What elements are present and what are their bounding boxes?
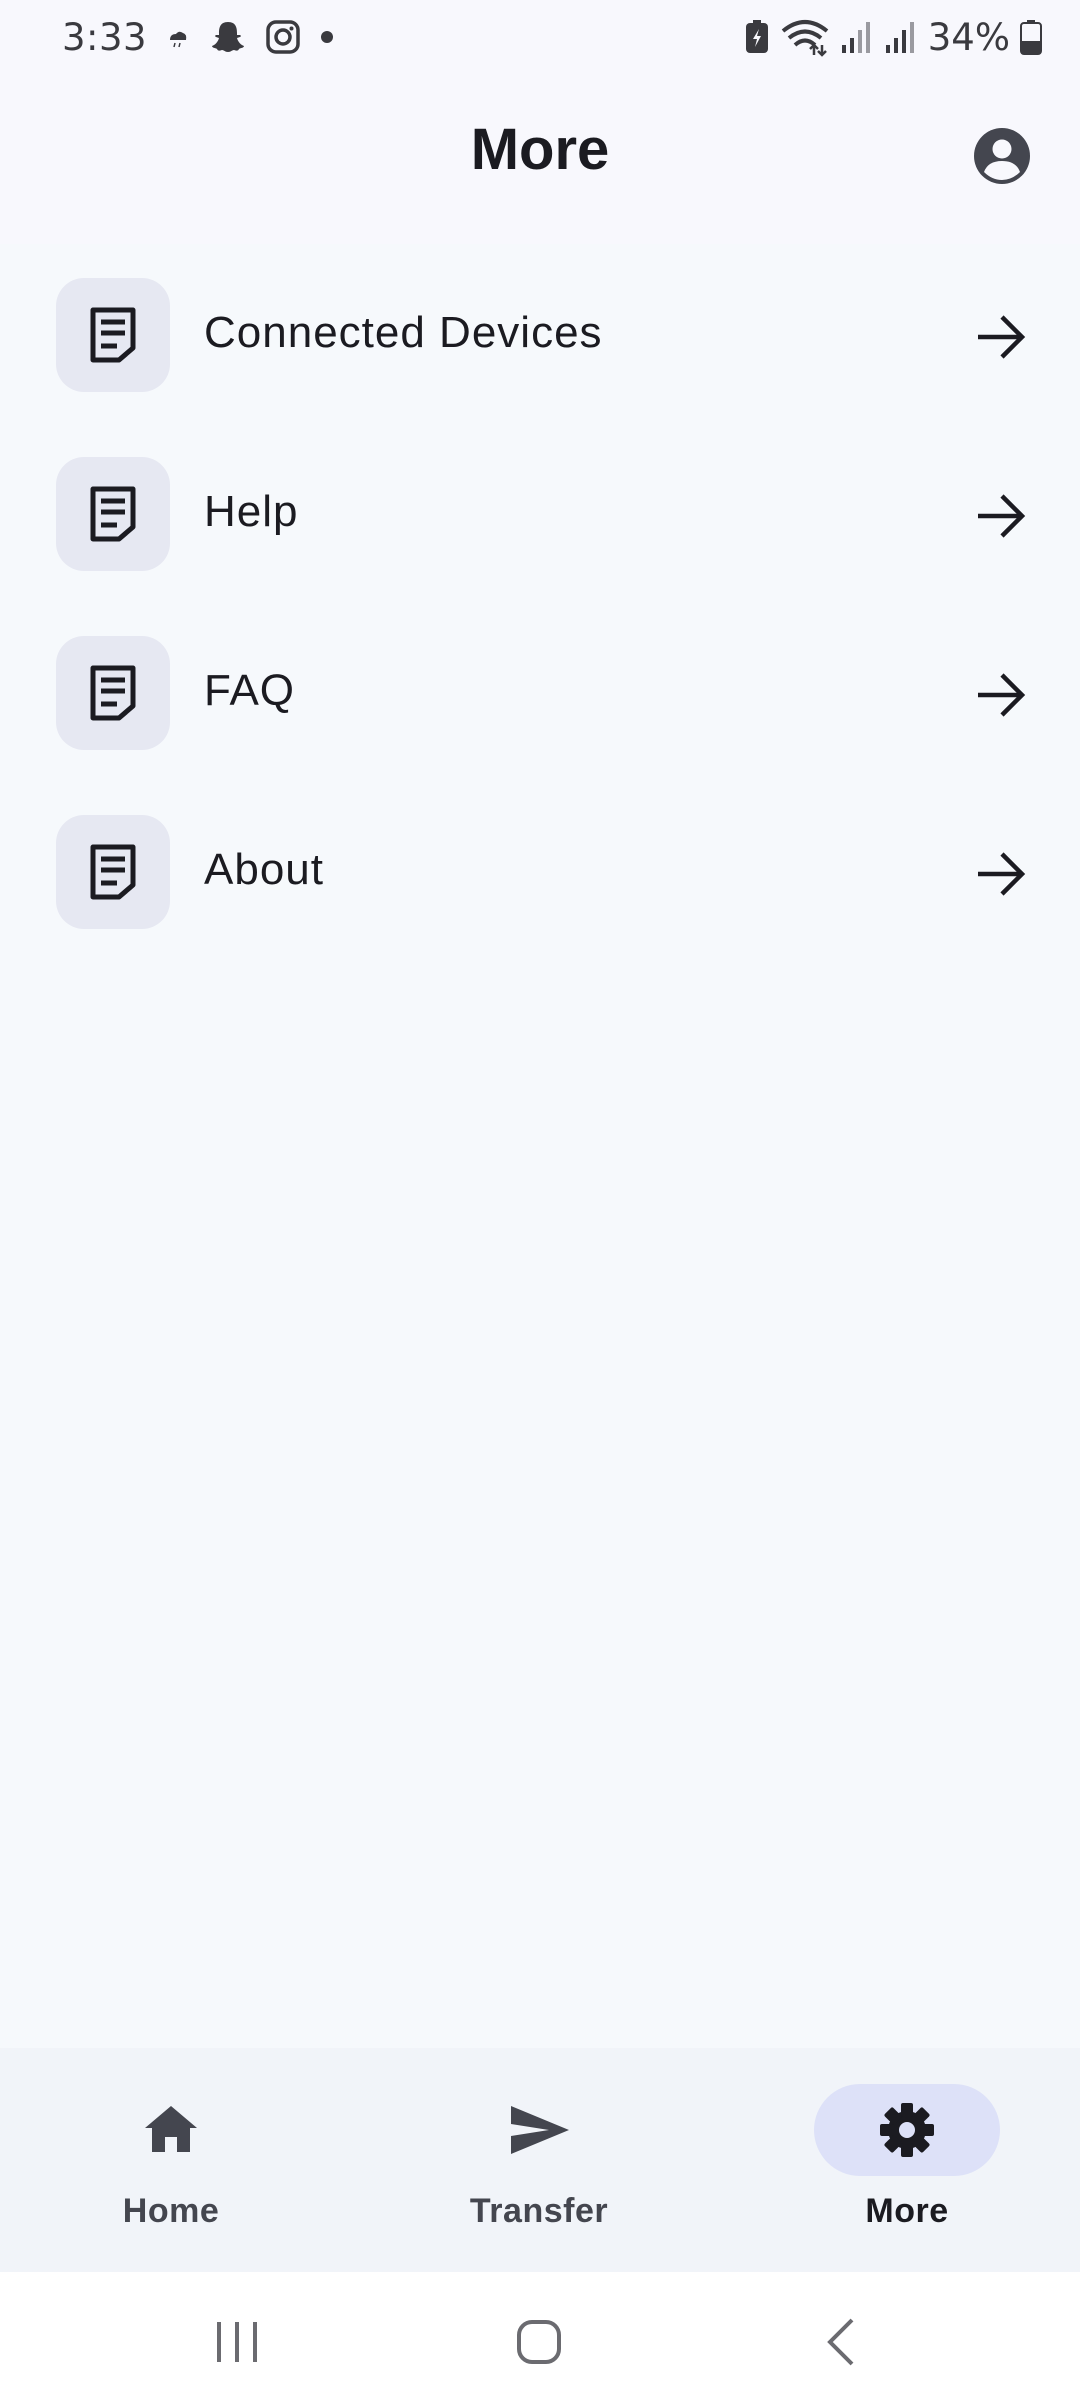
dot-icon [321, 31, 334, 43]
nav-label: Home [122, 2192, 220, 2230]
recent-apps-icon[interactable] [207, 2312, 267, 2372]
document-icon [90, 486, 136, 542]
nav-label: More [865, 2192, 949, 2230]
arrow-right-icon[interactable] [974, 847, 1028, 901]
account-circle-icon [974, 128, 1030, 184]
menu-list: Connected Devices Help FAQ About [0, 244, 1080, 960]
snapchat-icon [212, 22, 245, 52]
arrow-right-icon[interactable] [974, 668, 1028, 722]
signal-icon [885, 22, 914, 53]
battery-icon [1020, 20, 1042, 55]
menu-item-help[interactable]: Help [0, 423, 1080, 602]
system-navigation-bar [0, 2272, 1080, 2408]
home-circle-icon[interactable] [509, 2312, 569, 2372]
bottom-navigation: Home Transfer More [0, 2048, 1080, 2272]
arrow-right-icon[interactable] [974, 310, 1028, 364]
signal-icon [841, 22, 870, 53]
status-bar: 3:33 34% [0, 0, 1080, 74]
menu-item-label: Help [204, 486, 299, 536]
page-title: More [470, 117, 610, 182]
weather-icon [170, 31, 187, 48]
menu-item-about[interactable]: About [0, 781, 1080, 960]
nav-label: Transfer [469, 2192, 609, 2230]
battery-percent: 34% [927, 15, 1010, 59]
battery-saver-icon [745, 20, 768, 53]
document-icon [90, 307, 136, 363]
menu-item-label: FAQ [204, 665, 296, 715]
profile-button[interactable] [972, 126, 1032, 186]
instagram-icon [266, 20, 300, 54]
document-icon [90, 665, 136, 721]
home-icon [145, 2106, 197, 2152]
wifi-icon [781, 20, 829, 57]
menu-item-label: About [204, 844, 324, 894]
send-icon [511, 2106, 569, 2154]
menu-item-label: Connected Devices [204, 307, 603, 357]
status-left: 3:33 [62, 14, 335, 60]
nav-more[interactable]: More [797, 2084, 1017, 2234]
nav-home[interactable]: Home [61, 2084, 281, 2234]
arrow-right-icon[interactable] [974, 489, 1028, 543]
menu-icon-tile [56, 278, 170, 392]
nav-transfer[interactable]: Transfer [429, 2084, 649, 2234]
document-icon [90, 844, 136, 900]
menu-icon-tile [56, 815, 170, 929]
status-time: 3:33 [62, 15, 148, 59]
status-right: 34% [744, 14, 1042, 60]
menu-icon-tile [56, 457, 170, 571]
menu-item-faq[interactable]: FAQ [0, 602, 1080, 781]
menu-item-connected-devices[interactable]: Connected Devices [0, 244, 1080, 423]
app-header: More [0, 74, 1080, 244]
gear-icon [880, 2103, 934, 2157]
back-icon[interactable] [812, 2312, 872, 2372]
menu-icon-tile [56, 636, 170, 750]
